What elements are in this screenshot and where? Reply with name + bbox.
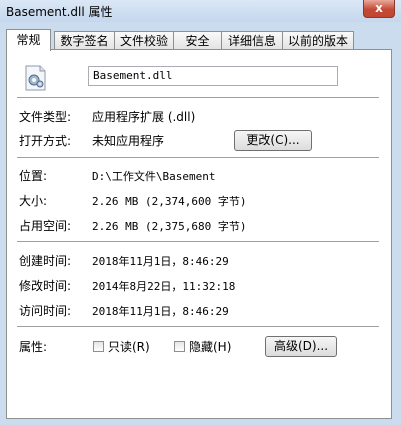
- tab-general[interactable]: 常规: [6, 29, 51, 51]
- close-button[interactable]: x: [363, 0, 395, 18]
- window-title: Basement.dll 属性: [6, 5, 113, 19]
- tab-security[interactable]: 安全: [173, 31, 222, 49]
- open-with-label: 打开方式:: [19, 134, 72, 148]
- tab-details[interactable]: 详细信息: [221, 31, 283, 49]
- attributes-label: 属性:: [19, 340, 48, 354]
- modified-label: 修改时间:: [19, 279, 72, 293]
- tab-file-checksum[interactable]: 文件校验: [114, 31, 174, 49]
- location-value: D:\工作文件\Basement: [92, 170, 216, 183]
- close-icon: x: [375, 1, 383, 15]
- accessed-label: 访问时间:: [19, 304, 72, 318]
- readonly-label[interactable]: 只读(R): [108, 338, 150, 355]
- change-button[interactable]: 更改(C)...: [234, 130, 312, 151]
- size-value: 2.26 MB (2,374,600 字节): [92, 195, 247, 208]
- file-type-value: 应用程序扩展 (.dll): [92, 110, 196, 124]
- readonly-checkbox[interactable]: [93, 341, 104, 352]
- divider: [17, 326, 379, 327]
- hidden-label[interactable]: 隐藏(H): [189, 338, 231, 355]
- file-type-label: 文件类型:: [19, 110, 72, 124]
- modified-value: 2014年8月22日，11:32:18: [92, 280, 236, 293]
- size-on-disk-value: 2.26 MB (2,375,680 字节): [92, 220, 247, 233]
- dll-file-icon: [25, 65, 46, 91]
- tab-digital-signature[interactable]: 数字签名: [54, 31, 115, 49]
- divider: [17, 241, 379, 242]
- open-with-value: 未知应用程序: [92, 134, 165, 148]
- divider: [17, 97, 379, 98]
- divider: [17, 157, 379, 158]
- created-label: 创建时间:: [19, 254, 72, 268]
- size-label: 大小:: [19, 194, 48, 208]
- created-value: 2018年11月1日，8:46:29: [92, 255, 229, 268]
- tab-previous-versions[interactable]: 以前的版本: [282, 31, 354, 49]
- accessed-value: 2018年11月1日，8:46:29: [92, 305, 229, 318]
- location-label: 位置:: [19, 169, 48, 183]
- hidden-checkbox[interactable]: [174, 341, 185, 352]
- advanced-button[interactable]: 高级(D)...: [265, 336, 337, 357]
- general-tab-panel: Basement.dll 文件类型: 应用程序扩展 (.dll) 打开方式: 未…: [6, 49, 392, 419]
- title-bar[interactable]: Basement.dll 属性 x: [0, 0, 401, 22]
- file-name-field[interactable]: Basement.dll: [88, 66, 338, 86]
- size-on-disk-label: 占用空间:: [19, 219, 72, 233]
